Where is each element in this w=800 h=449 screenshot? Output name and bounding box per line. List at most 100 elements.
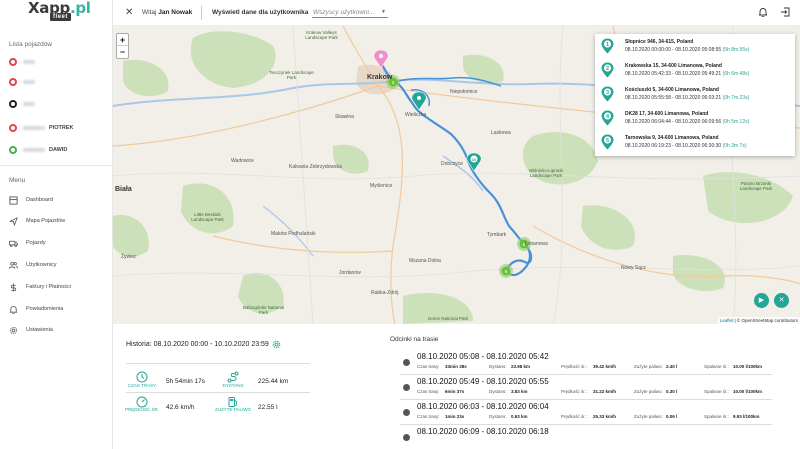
sidebar-item-notifications[interactable]: Powiadomienia bbox=[9, 303, 63, 315]
vehicle-item[interactable]: DAWID bbox=[9, 144, 109, 156]
segment-dot-icon bbox=[403, 434, 410, 441]
segment-fuel: 0.30 l bbox=[666, 389, 678, 394]
history-range: Historia: 08.10.2020 00:00 - 10.10.2020 … bbox=[126, 341, 269, 348]
route-stop-item[interactable]: 5 Tarnowska 9, 34-600 Limanowa, Poland 0… bbox=[601, 132, 795, 154]
map-label-jordanow: Jordanów bbox=[339, 270, 361, 276]
map-label-wieliczka: Wieliczka bbox=[405, 112, 427, 118]
segment-range: 08.10.2020 05:08 - 08.10.2020 05:42 bbox=[417, 352, 549, 361]
map-label-myslenice: Myślenice bbox=[370, 183, 393, 189]
map-label-park-babiogorski: Babiogórski National Park bbox=[242, 305, 285, 315]
route-stop-item[interactable]: 2 Krakowska 15, 34-600 Limanowa, Poland … bbox=[601, 60, 795, 82]
app-root: Xapp.pl fleet Lista pojazdów PIOTREK DAW… bbox=[0, 0, 800, 449]
segment-dot-icon bbox=[403, 384, 410, 391]
segment-distance: 23.98 km bbox=[511, 364, 531, 369]
map-pin-icon: 4 bbox=[601, 110, 614, 126]
segment-row[interactable]: 08.10.2020 05:49 - 08.10.2020 05:55 Czas… bbox=[400, 377, 800, 401]
segment-time: 1min 23s bbox=[445, 414, 465, 419]
route-stop-item[interactable]: 3 Kościuszki 5, 34-600 Limanowa, Poland … bbox=[601, 84, 795, 106]
segment-burn: 10.00 l/100km bbox=[733, 389, 763, 394]
route-stop-item[interactable]: 4 DK28 17, 34-600 Limanowa, Poland 08.10… bbox=[601, 108, 795, 130]
route-stop-address: Tarnowska 9, 34-600 Limanowa, Poland bbox=[625, 135, 719, 141]
gear-icon bbox=[9, 326, 18, 334]
cluster-marker-9[interactable]: 9 bbox=[499, 264, 513, 278]
vehicle-redacted-plate bbox=[23, 126, 45, 130]
map-label-park-wisnicko: Wiśnicko-Lipnicki Landscape Park bbox=[528, 168, 564, 178]
route-stop-time: 08.10.2020 05:42:33 - 08.10.2020 05:49:2… bbox=[625, 71, 749, 77]
zoom-in-button[interactable]: + bbox=[117, 34, 128, 46]
attribution-text: | © OpenStreetMap contributors bbox=[733, 318, 798, 323]
segment-fuel: 2.40 l bbox=[666, 364, 678, 369]
vehicle-item[interactable]: PIOTREK bbox=[9, 122, 109, 134]
user-select[interactable]: Wszyscy użytkowni... ▼ bbox=[312, 7, 388, 18]
map-label-park-krakow-valleys: Krakow Valleys Landscape Park bbox=[305, 30, 338, 40]
vehicle-name: DAWID bbox=[49, 147, 68, 153]
segment-label: Czas trasy: bbox=[417, 364, 440, 369]
svg-text:2: 2 bbox=[606, 66, 609, 72]
route-marker-10[interactable]: 10 bbox=[466, 152, 482, 172]
close-route-button[interactable]: ✕ bbox=[774, 293, 789, 308]
sidebar-item-label: Dashboard bbox=[26, 197, 53, 203]
sidebar-item-settings[interactable]: Ustawienia bbox=[9, 324, 53, 336]
vehicle-item[interactable] bbox=[9, 56, 109, 68]
play-route-button[interactable]: ▶ bbox=[754, 293, 769, 308]
route-stop-time-range: 08.10.2020 05:55:58 - 08.10.2020 06:03:2… bbox=[625, 95, 722, 101]
route-stop-time-range: 08.10.2020 00:00:00 - 08.10.2020 05:08:5… bbox=[625, 47, 722, 53]
route-map[interactable]: 10 3 8 9 Krakow Wieliczka Niepołomice Sk… bbox=[113, 26, 800, 324]
logo[interactable]: Xapp.pl fleet bbox=[28, 1, 92, 23]
vehicle-item[interactable] bbox=[9, 98, 109, 110]
sidebar-divider bbox=[0, 165, 112, 166]
segment-row[interactable]: 08.10.2020 06:03 - 08.10.2020 06:04 Czas… bbox=[400, 402, 800, 426]
map-label-zywiec: Żywiec bbox=[121, 254, 137, 260]
segments-title: Odcinki na trasie bbox=[390, 336, 439, 343]
map-label-park-gorce: Gorce National Park bbox=[427, 316, 469, 321]
map-label-limanowa: Limanowa bbox=[525, 241, 548, 247]
svg-text:3: 3 bbox=[606, 90, 609, 96]
send-icon bbox=[9, 216, 18, 226]
segment-label: Spalanie śr.: bbox=[704, 389, 729, 394]
vehicle-status-icon bbox=[9, 100, 17, 108]
zoom-out-button[interactable]: − bbox=[117, 46, 128, 58]
segment-dot-icon bbox=[403, 359, 410, 366]
sidebar-item-dashboard[interactable]: Dashboard bbox=[9, 194, 53, 206]
svg-text:1: 1 bbox=[606, 42, 609, 48]
logout-icon[interactable] bbox=[780, 7, 790, 17]
segment-row[interactable]: 08.10.2020 05:08 - 08.10.2020 05:42 Czas… bbox=[400, 352, 800, 376]
sidebar-item-users[interactable]: Użytkownicy bbox=[9, 259, 57, 271]
close-icon[interactable]: ✕ bbox=[125, 8, 133, 18]
sidebar-item-vehicle-map[interactable]: Mapa Pojazdów bbox=[9, 215, 65, 227]
route-stop-duration: (5h 8m 55s) bbox=[722, 47, 750, 53]
route-stop-duration: (6h 6m 48s) bbox=[722, 71, 750, 77]
sidebar-item-vehicles[interactable]: Pojazdy bbox=[9, 237, 46, 249]
route-stop-time-range: 08.10.2020 05:42:33 - 08.10.2020 05:49:2… bbox=[625, 71, 722, 77]
route-icon bbox=[227, 371, 239, 383]
stat-value-avg-speed: 42.6 km/h bbox=[166, 404, 195, 411]
route-stop-item[interactable]: 1 Słopnice 946, 34-615, Poland 08.10.202… bbox=[601, 36, 795, 58]
route-stop-address: Słopnice 946, 34-615, Poland bbox=[625, 39, 694, 45]
notifications-bell-icon[interactable] bbox=[758, 7, 768, 17]
stat-label-distance: DYSTANS bbox=[222, 383, 244, 388]
vehicle-item[interactable] bbox=[9, 76, 109, 88]
sidebar-item-label: Pojazdy bbox=[26, 240, 46, 246]
history-settings-gear-icon[interactable] bbox=[272, 340, 281, 349]
sidebar-item-label: Ustawienia bbox=[26, 327, 53, 333]
segment-label: Dystans: bbox=[489, 364, 507, 369]
truck-icon bbox=[9, 240, 18, 247]
route-stop-duration: (0h 7m 23s) bbox=[722, 95, 750, 101]
segment-label: Prędkość śr.: bbox=[561, 414, 588, 419]
map-label-laskowa: Laskowa bbox=[491, 130, 511, 136]
vehicle-status-icon bbox=[9, 78, 17, 86]
leaflet-link[interactable]: Leaflet bbox=[720, 318, 734, 323]
start-marker[interactable] bbox=[373, 49, 389, 69]
route-stop-duration: (0h 3m 7s) bbox=[722, 143, 747, 149]
segment-time: 33min 38s bbox=[445, 364, 467, 369]
route-stop-address: DK28 17, 34-600 Limanowa, Poland bbox=[625, 111, 709, 117]
route-stops-panel[interactable]: 1 Słopnice 946, 34-615, Poland 08.10.202… bbox=[595, 34, 795, 156]
users-icon bbox=[9, 261, 18, 269]
segment-divider bbox=[400, 424, 772, 425]
map-label-mszana: Mszana Dolna bbox=[409, 258, 441, 264]
sidebar-item-invoices[interactable]: Faktury i Płatności bbox=[9, 281, 71, 293]
svg-text:5: 5 bbox=[606, 138, 609, 144]
vehicle-redacted-plate bbox=[23, 60, 35, 64]
segment-row[interactable]: 08.10.2020 06:09 - 08.10.2020 06:18 bbox=[400, 427, 800, 449]
welcome-prefix: Witaj bbox=[142, 9, 157, 16]
